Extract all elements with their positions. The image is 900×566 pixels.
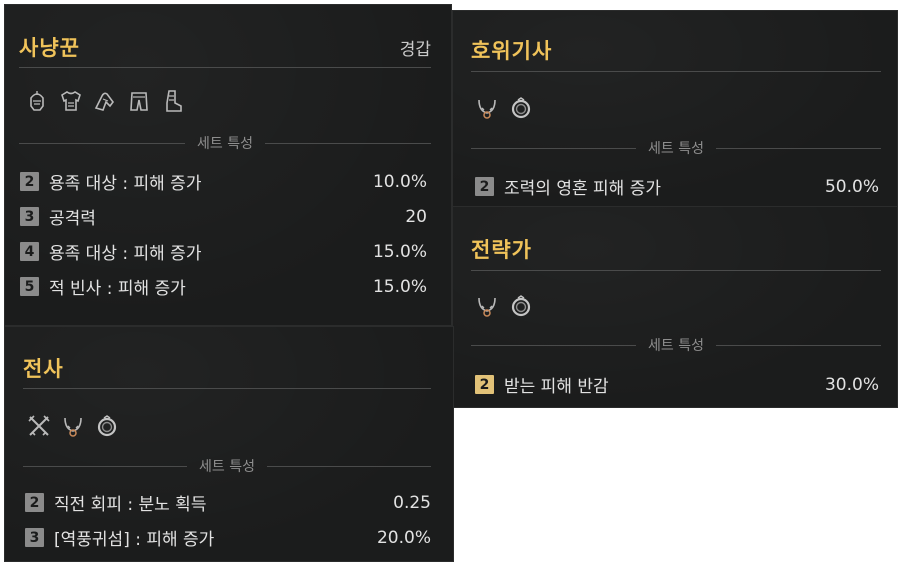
- effect-label: 용족 대상 : 피해 증가: [49, 244, 202, 264]
- effect-label: 용족 대상 : 피해 증가: [49, 174, 202, 194]
- hunter-set-panel: 사냥꾼 경갑 세트 특성 2 용족 대상 : 피해 증가 10.0% 3 공격력…: [4, 4, 452, 326]
- piece-count-badge: 3: [25, 528, 44, 547]
- set-effects-header: 세트 특성: [23, 456, 432, 476]
- set-effects-header: 세트 특성: [471, 335, 882, 355]
- effect-label: 조력의 영혼 피해 증가: [504, 179, 661, 199]
- set-effect-row: 3 공격력 20: [20, 204, 427, 229]
- set-effects-label: 세트 특성: [648, 338, 704, 354]
- ring-icon[interactable]: [509, 95, 533, 121]
- effect-label: 받는 피해 반감: [504, 377, 609, 397]
- set-title: 사냥꾼: [19, 36, 80, 60]
- effect-value: 20: [405, 206, 427, 227]
- set-effects-header: 세트 특성: [19, 133, 432, 153]
- divider: [471, 270, 881, 271]
- piece-count-badge: 3: [20, 207, 39, 226]
- effect-label: 적 빈사 : 피해 증가: [49, 279, 186, 299]
- set-effects-label: 세트 특성: [197, 136, 253, 152]
- helmet-icon[interactable]: [25, 88, 49, 114]
- set-effect-row: 4 용족 대상 : 피해 증가 15.0%: [20, 239, 427, 264]
- divider: [19, 67, 431, 68]
- piece-count-badge: 2: [25, 493, 44, 512]
- effect-label: 직전 회피 : 분노 획득: [54, 495, 207, 515]
- divider: [471, 147, 637, 149]
- set-effects-header: 세트 특성: [471, 138, 882, 158]
- set-effect-row: 2 용족 대상 : 피해 증가 10.0%: [20, 169, 427, 194]
- divider: [267, 465, 432, 467]
- piece-count-badge: 5: [20, 277, 39, 296]
- effect-value: 15.0%: [372, 276, 427, 297]
- set-effect-row: 5 적 빈사 : 피해 증가 15.0%: [20, 274, 427, 299]
- set-effect-row: 2 조력의 영혼 피해 증가 50.0%: [475, 174, 879, 199]
- divider: [23, 465, 188, 467]
- piece-count-badge: 2: [20, 172, 39, 191]
- pants-icon[interactable]: [127, 88, 151, 114]
- guard-set-panel: 호위기사 세트 특성 2 조력의 영혼 피해 증가 50.0%: [452, 10, 898, 208]
- set-piece-icons: [475, 95, 533, 121]
- set-title: 전사: [23, 357, 64, 381]
- set-piece-icons: [25, 88, 185, 114]
- necklace-icon[interactable]: [475, 95, 499, 121]
- ring-icon[interactable]: [95, 413, 119, 439]
- divider: [23, 388, 431, 389]
- warrior-set-panel: 전사 세트 특성 2 직전 회피 : 분노 획득 0.25 3 [역풍귀섬] :…: [4, 326, 454, 562]
- ring-icon[interactable]: [509, 293, 533, 319]
- effect-value: 10.0%: [372, 171, 427, 192]
- crossed-weapons-icon[interactable]: [27, 413, 51, 439]
- gloves-icon[interactable]: [93, 88, 117, 114]
- necklace-icon[interactable]: [475, 293, 499, 319]
- set-piece-icons: [475, 293, 533, 319]
- divider: [19, 142, 186, 144]
- effect-label: [역풍귀섬] : 피해 증가: [54, 530, 215, 550]
- divider: [471, 344, 637, 346]
- divider: [716, 147, 882, 149]
- armor-type-label: 경갑: [399, 40, 431, 60]
- set-title: 호위기사: [471, 39, 553, 63]
- divider: [265, 142, 432, 144]
- effect-label: 공격력: [49, 209, 96, 229]
- effect-value: 20.0%: [376, 527, 431, 548]
- divider: [716, 344, 882, 346]
- set-piece-icons: [27, 413, 119, 439]
- piece-count-badge: 2: [475, 177, 494, 196]
- set-effects-label: 세트 특성: [648, 141, 704, 157]
- effect-value: 50.0%: [824, 176, 879, 197]
- set-effect-row: 3 [역풍귀섬] : 피해 증가 20.0%: [25, 525, 431, 550]
- divider: [471, 71, 881, 72]
- chest-armor-icon[interactable]: [59, 88, 83, 114]
- set-effect-row: 2 받는 피해 반감 30.0%: [475, 372, 879, 397]
- set-title: 전략가: [471, 238, 532, 262]
- effect-value: 30.0%: [824, 374, 879, 395]
- piece-count-badge: 4: [20, 242, 39, 261]
- piece-count-badge: 2: [475, 375, 494, 394]
- set-effect-row: 2 직전 회피 : 분노 획득 0.25: [25, 490, 431, 515]
- necklace-icon[interactable]: [61, 413, 85, 439]
- strategist-set-panel: 전략가 세트 특성 2 받는 피해 반감 30.0%: [452, 206, 898, 408]
- set-effects-label: 세트 특성: [199, 459, 255, 475]
- boots-icon[interactable]: [161, 88, 185, 114]
- effect-value: 0.25: [393, 492, 431, 513]
- effect-value: 15.0%: [372, 241, 427, 262]
